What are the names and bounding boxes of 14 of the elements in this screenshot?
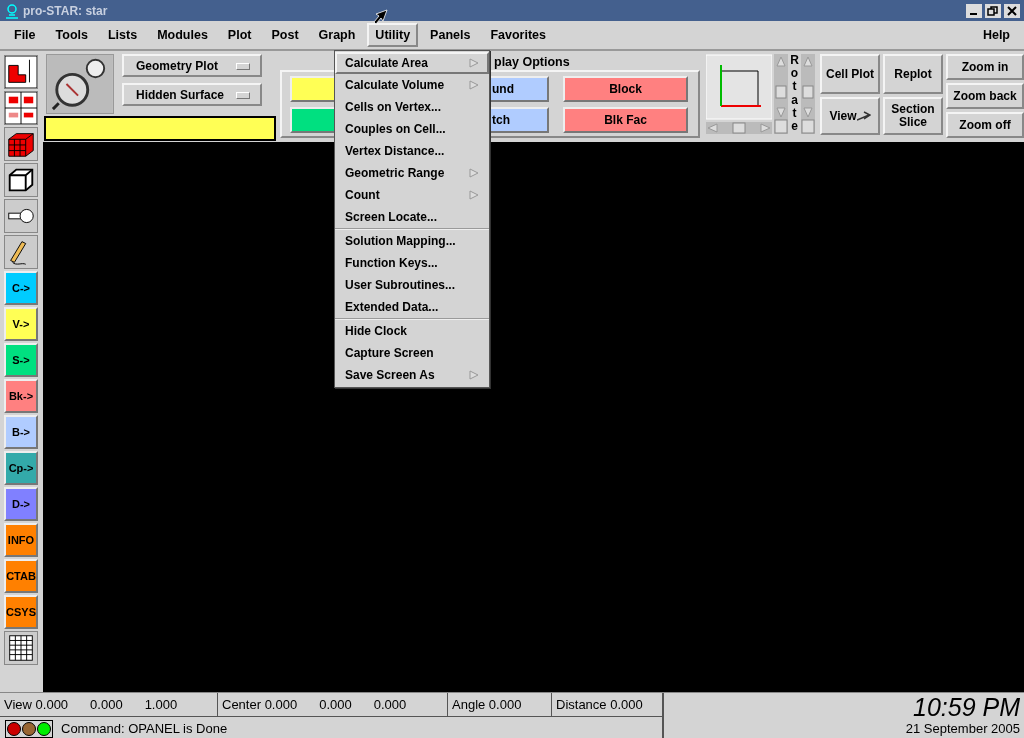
clock-time: 10:59 PM	[913, 693, 1020, 721]
view-value: View 0.000	[4, 697, 69, 712]
rotate-label: Rotate	[790, 54, 799, 134]
center-value: 0.000	[319, 697, 352, 712]
window-title: pro-STAR: star	[23, 3, 108, 18]
clock-date: 21 September 2005	[905, 721, 1020, 736]
view-value: 0.000	[90, 697, 123, 712]
command-status: Command: OPANEL is Done	[61, 721, 228, 736]
center-value: 0.000	[373, 697, 407, 712]
panel-title: play Options	[494, 54, 571, 70]
center-value: Center 0.000	[222, 697, 298, 712]
distance-value: Distance 0.000	[556, 697, 643, 712]
view-value: 1.000	[144, 697, 178, 712]
angle-value: Angle 0.000	[452, 697, 522, 712]
